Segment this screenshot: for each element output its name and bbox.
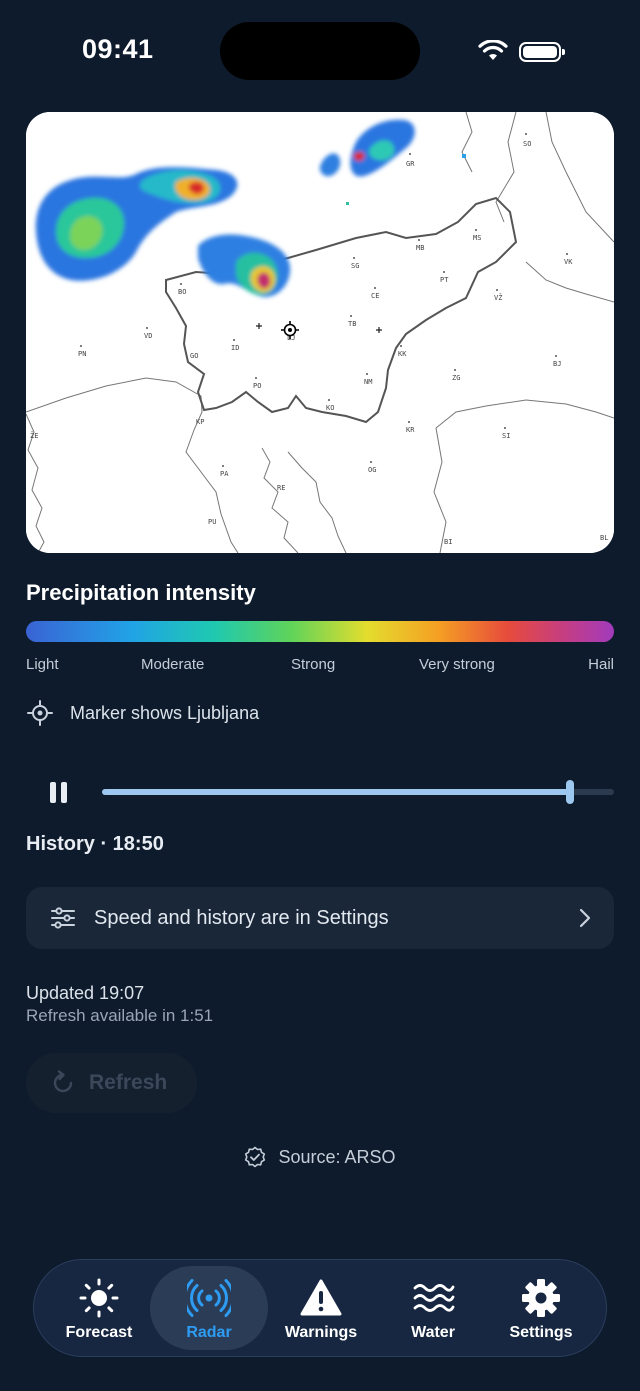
svg-text:PA: PA	[220, 470, 229, 478]
svg-text:KK: KK	[398, 350, 407, 358]
svg-text:MS: MS	[473, 234, 481, 242]
svg-text:VD: VD	[144, 332, 152, 340]
legend-title: Precipitation intensity	[26, 580, 256, 605]
waves-icon	[413, 1284, 455, 1312]
svg-text:VK: VK	[564, 258, 573, 266]
tab-settings-label: Settings	[509, 1324, 573, 1341]
svg-text:PU: PU	[208, 518, 216, 526]
battery-icon	[519, 42, 565, 62]
settings-link-row[interactable]: Speed and history are in Settings	[26, 887, 614, 949]
radar-map-image: SO GR VK MS MB PT SG CE VŽ BO VD PN TB L…	[26, 112, 614, 553]
refresh-button[interactable]: Refresh	[26, 1053, 197, 1113]
pause-icon-bar-right	[60, 781, 67, 803]
pause-icon-bar-left	[49, 781, 56, 803]
gear-icon	[522, 1279, 560, 1317]
marker-note: Marker shows Ljubljana	[26, 700, 259, 726]
svg-text:PO: PO	[253, 382, 261, 390]
svg-text:ŽE: ŽE	[30, 431, 38, 440]
svg-text:GO: GO	[190, 352, 198, 360]
status-time: 09:41	[82, 34, 154, 64]
dynamic-island	[220, 22, 420, 80]
sliders-icon	[51, 907, 75, 929]
chevron-right-icon	[579, 908, 591, 928]
tab-radar[interactable]: Radar	[150, 1266, 268, 1350]
svg-text:BJ: BJ	[553, 360, 561, 368]
svg-text:SG: SG	[351, 262, 359, 270]
svg-text:BO: BO	[178, 288, 186, 296]
data-source-label: Source: ARSO	[278, 1146, 396, 1167]
refresh-icon	[53, 1070, 73, 1093]
svg-text:NM: NM	[364, 378, 372, 386]
svg-text:SO: SO	[523, 140, 531, 148]
tab-water[interactable]: Water	[374, 1266, 492, 1350]
legend-label-very-strong: Very strong	[419, 656, 495, 673]
legend-label-strong: Strong	[291, 656, 336, 673]
tab-radar-label: Radar	[186, 1324, 232, 1341]
svg-text:BI: BI	[444, 538, 452, 546]
location-marker-icon	[27, 700, 53, 726]
svg-text:RE: RE	[277, 484, 285, 492]
legend-label-light: Light	[26, 656, 59, 673]
tab-bar: Forecast Radar Warnings Water Settings	[33, 1259, 607, 1357]
marker-note-text: Marker shows Ljubljana	[70, 702, 260, 723]
wifi-icon	[478, 40, 508, 60]
svg-text:ID: ID	[231, 344, 239, 352]
svg-text:KO: KO	[326, 404, 334, 412]
tab-warnings[interactable]: Warnings	[262, 1266, 380, 1350]
svg-text:ZG: ZG	[452, 374, 460, 382]
legend-label-moderate: Moderate	[141, 656, 205, 673]
intensity-labels: Light Moderate Strong Very strong Hail	[26, 656, 614, 676]
verified-badge-icon	[245, 1146, 266, 1168]
timeline-progress	[102, 789, 571, 795]
svg-text:OG: OG	[368, 466, 376, 474]
radar-screen: 09:41 SO GR VK MS MB PT SG CE VŽ BO VD P…	[0, 0, 640, 1391]
tab-settings[interactable]: Settings	[482, 1266, 600, 1350]
tab-forecast-label: Forecast	[65, 1324, 133, 1341]
pause-button[interactable]	[40, 776, 76, 808]
timeline-thumb[interactable]	[566, 780, 575, 804]
timeline-slider[interactable]	[102, 780, 614, 804]
settings-link-label: Speed and history are in Settings	[94, 906, 389, 929]
data-source: Source: ARSO	[0, 1146, 640, 1168]
tab-forecast[interactable]: Forecast	[40, 1266, 158, 1350]
svg-text:KP: KP	[196, 418, 204, 426]
radar-icon	[187, 1279, 231, 1317]
tab-water-label: Water	[411, 1324, 455, 1341]
radar-map[interactable]: SO GR VK MS MB PT SG CE VŽ BO VD PN TB L…	[26, 112, 614, 553]
legend-label-hail: Hail	[588, 656, 614, 673]
history-time-label: History · 18:50	[26, 833, 164, 855]
status-bar: 09:41	[0, 0, 640, 100]
svg-text:SI: SI	[502, 432, 510, 440]
warning-icon	[300, 1279, 342, 1316]
svg-text:TB: TB	[348, 320, 356, 328]
svg-text:CE: CE	[371, 292, 379, 300]
svg-text:VŽ: VŽ	[494, 293, 502, 302]
refresh-countdown: Refresh available in 1:51	[26, 1006, 214, 1025]
svg-text:GR: GR	[406, 160, 415, 168]
svg-text:KR: KR	[406, 426, 415, 434]
intensity-gradient-bar	[26, 621, 614, 642]
svg-text:PT: PT	[440, 276, 449, 284]
svg-text:PN: PN	[78, 350, 86, 358]
tab-warnings-label: Warnings	[284, 1324, 358, 1341]
sun-icon	[79, 1278, 119, 1318]
updated-time: Updated 19:07	[26, 983, 145, 1003]
svg-text:BL: BL	[600, 534, 608, 542]
svg-text:MB: MB	[416, 244, 424, 252]
refresh-button-label: Refresh	[89, 1071, 168, 1094]
